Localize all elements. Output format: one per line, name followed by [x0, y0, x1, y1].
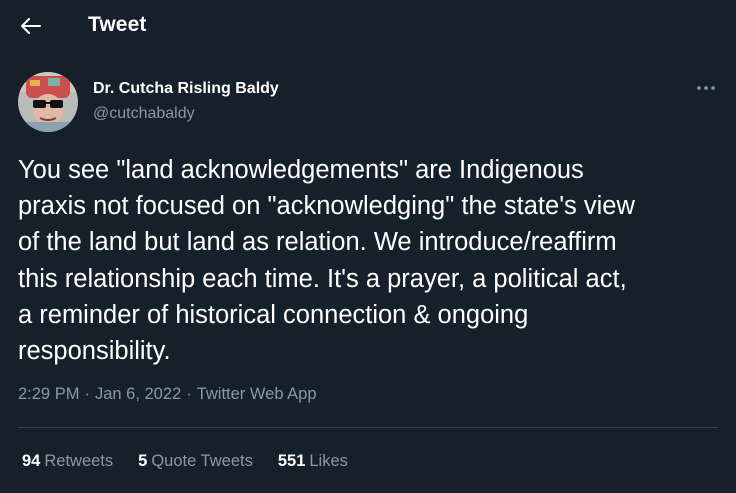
- retweets-label: Retweets: [44, 452, 114, 470]
- likes-label: Likes: [309, 452, 348, 470]
- more-horizontal-icon: [697, 86, 715, 90]
- top-bar: Tweet: [0, 0, 736, 53]
- back-button[interactable]: [14, 9, 48, 43]
- avatar-image: [18, 72, 78, 132]
- arrow-left-icon: [21, 18, 41, 34]
- author-display-name[interactable]: Dr. Cutcha Risling Baldy: [93, 80, 279, 98]
- quote-tweets-label: Quote Tweets: [151, 452, 253, 470]
- likes-stat[interactable]: 551 Likes: [278, 452, 348, 471]
- tweet-date[interactable]: Jan 6, 2022: [95, 385, 181, 404]
- likes-count: 551: [277, 452, 306, 470]
- divider: [18, 427, 718, 428]
- retweets-count: 94: [22, 452, 41, 470]
- tweet-text: You see "land acknowledgements" are Indi…: [18, 156, 635, 366]
- tweet-source[interactable]: Twitter Web App: [197, 385, 317, 404]
- quote-tweets-count: 5: [138, 452, 148, 470]
- meta-separator: ·: [84, 385, 90, 403]
- meta-separator: ·: [186, 385, 192, 403]
- retweets-stat[interactable]: 94 Retweets: [22, 452, 113, 471]
- avatar[interactable]: [18, 72, 78, 132]
- tweet-stats: 94 Retweets 5 Quote Tweets 551 Likes: [22, 452, 348, 471]
- author-handle[interactable]: @cutchabaldy: [93, 105, 195, 123]
- more-options-button[interactable]: [694, 78, 718, 98]
- page-title: Tweet: [88, 13, 147, 36]
- tweet-author: Dr. Cutcha Risling Baldy @cutchabaldy: [18, 72, 718, 132]
- tweet-time[interactable]: 2:29 PM: [18, 385, 79, 404]
- tweet-meta: 2:29 PM · Jan 6, 2022 · Twitter Web App: [18, 385, 317, 404]
- quote-tweets-stat[interactable]: 5 Quote Tweets: [138, 452, 253, 471]
